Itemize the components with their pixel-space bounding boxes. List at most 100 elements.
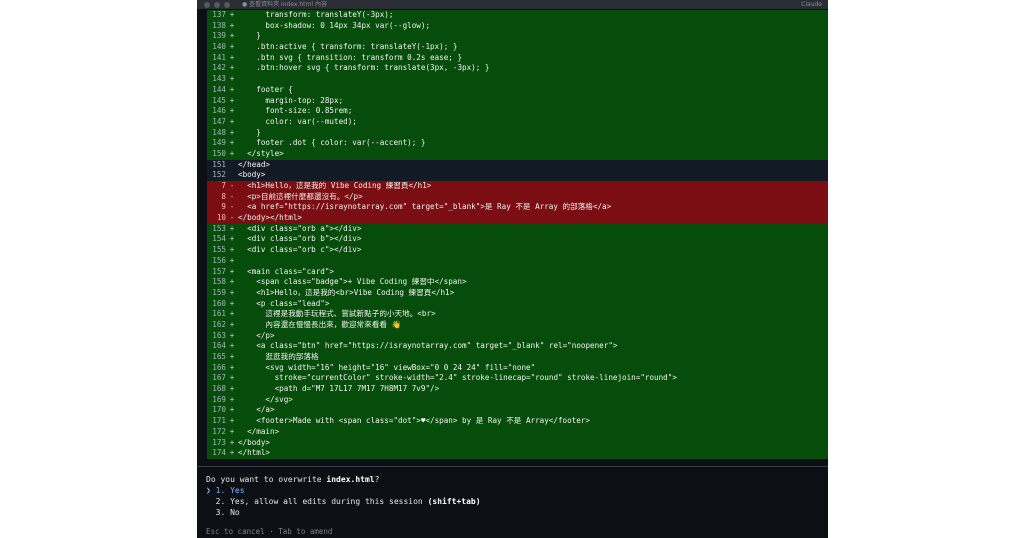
line-number: 161 — [212, 309, 226, 319]
line-number: 158 — [212, 277, 226, 287]
line-number: 152 — [212, 170, 226, 180]
diff-view: 137 + transform: translateY(-3px); 138 + bo… — [207, 10, 828, 459]
code-text: </html> — [238, 448, 271, 458]
diff-line-added: 168 + <path d="M7 17L17 7M17 7H8M17 7v9"/… — [207, 384, 828, 395]
code-text: <p class="lead"> — [238, 298, 330, 308]
close-window-button[interactable] — [204, 1, 210, 8]
diff-line-added: 143 + — [207, 74, 828, 85]
line-number: 163 — [212, 330, 226, 340]
code-text: <div class="orb a"></div> — [238, 223, 362, 233]
code-text: .btn svg { transition: transform 0.2s ea… — [238, 52, 463, 62]
diff-line-added: 160 + <p class="lead"> — [207, 298, 828, 310]
diff-marker: + — [229, 352, 235, 361]
diff-line-added: 164 + <a class="btn" href="https://israyn… — [207, 341, 828, 352]
line-number: 146 — [212, 106, 226, 116]
diff-line-added: 174 + </html> — [207, 448, 828, 459]
diff-line-added: 169 + </svg> — [207, 394, 828, 406]
code-text: <p>目前這裡什麼都還沒有。</p> — [238, 191, 363, 201]
line-number: 173 — [212, 437, 226, 447]
diff-line-added: 171 + <footer>Made with <span class="dot"… — [207, 416, 828, 427]
diff-marker: + — [229, 116, 235, 126]
code-text: box-shadow: 0 14px 34px var(--glow); — [238, 20, 431, 30]
line-number: 172 — [212, 426, 226, 436]
code-text: <div class="orb b"></div> — [238, 234, 362, 244]
title-bar: ● 查看資料夾 index.html 內容 Claude — [197, 0, 828, 9]
option-yes-allow-all[interactable]: 2. Yes, allow all edits during this sess… — [206, 496, 481, 507]
code-text: .btn:hover svg { transform: translate(3p… — [238, 63, 490, 73]
line-number: 164 — [212, 341, 226, 351]
line-number: 154 — [212, 234, 226, 244]
diff-marker: + — [229, 330, 235, 340]
terminal-window: ● 查看資料夾 index.html 內容 Claude 137 + transf… — [197, 0, 828, 538]
code-text: 內容還在慢慢長出來，歡迎常來看看 👋 — [238, 319, 401, 329]
line-number: 157 — [212, 266, 226, 276]
code-text: </p> — [238, 330, 275, 340]
diff-marker: + — [229, 31, 235, 41]
line-number: 10 — [216, 213, 226, 223]
diff-marker: + — [229, 84, 235, 94]
diff-marker: + — [229, 277, 235, 287]
code-text: footer { — [238, 84, 293, 94]
diff-line-added: 146 + font-size: 0.85rem; — [207, 106, 828, 117]
diff-marker — [226, 170, 238, 181]
code-text: <h1>Hello，這是我的<br>Vibe Coding 練習頁</h1> — [238, 287, 455, 297]
line-number: 140 — [212, 42, 226, 52]
line-number: 174 — [212, 448, 226, 458]
diff-marker: - — [229, 191, 235, 201]
diff-marker: + — [229, 287, 235, 297]
line-number: 168 — [212, 384, 226, 394]
diff-line-removed: 8- <p>目前這裡什麼都還沒有。</p> — [207, 191, 828, 203]
code-text: <a href="https://israynotarray.com" targ… — [238, 202, 612, 212]
code-text: } — [238, 127, 261, 137]
zoom-window-button[interactable] — [224, 1, 230, 8]
diff-marker: + — [229, 448, 235, 458]
code-text: color: var(--muted); — [238, 116, 357, 126]
line-number: 149 — [212, 138, 226, 148]
diff-marker: + — [229, 341, 235, 351]
diff-line-added: 141 + .btn svg { transition: transform 0.… — [207, 52, 828, 64]
code-text: <body> — [238, 170, 266, 180]
line-number: 165 — [212, 352, 226, 361]
diff-line-added: 157 + <main class="card"> — [207, 266, 828, 278]
code-text: footer .dot { color: var(--accent); } — [238, 138, 426, 148]
question-prefix: Do you want to overwrite — [206, 475, 327, 484]
line-number: 141 — [212, 52, 226, 62]
line-number: 150 — [212, 148, 226, 158]
diff-marker: - — [229, 181, 235, 190]
line-number: 170 — [212, 405, 226, 415]
line-number: 142 — [212, 63, 226, 73]
line-number: 159 — [212, 287, 226, 297]
diff-marker: + — [229, 106, 235, 116]
line-number: 139 — [212, 31, 226, 41]
overwrite-prompt: Do you want to overwrite index.html? ❯ 1… — [206, 474, 481, 518]
keyboard-hint: Esc to cancel · Tab to amend — [206, 527, 333, 536]
code-text: </a> — [238, 405, 275, 415]
diff-line-added: 156 + — [207, 255, 828, 267]
question-suffix: ? — [374, 475, 380, 484]
diff-line-added: 149 + footer .dot { color: var(--accent);… — [207, 138, 828, 149]
option-shortcut-hint: (shift+tab) — [427, 497, 481, 506]
diff-line-added: 166 + <svg width="16" height="16" viewBox… — [207, 362, 828, 374]
option-yes[interactable]: ❯ 1. Yes — [206, 485, 481, 496]
diff-marker: + — [229, 95, 235, 105]
option-label: Yes, allow all edits during this session — [230, 497, 428, 506]
line-number: 162 — [212, 319, 226, 329]
window-corner-label: Claude — [801, 1, 822, 8]
diff-marker: + — [229, 416, 235, 426]
code-text: <footer>Made with <span class="dot">♥</s… — [238, 416, 590, 426]
code-text: <path d="M7 17L17 7M17 7H8M17 7v9"/> — [238, 384, 440, 394]
code-text: } — [238, 31, 261, 41]
diff-line-added: 159 + <h1>Hello，這是我的<br>Vibe Coding 練習頁</… — [207, 287, 828, 299]
code-text: </style> — [238, 148, 284, 158]
code-text: <span class="badge">+ Vibe Coding 練習中</s… — [238, 277, 467, 287]
line-number: 169 — [212, 394, 226, 404]
minimize-window-button[interactable] — [214, 1, 220, 8]
line-number: 167 — [212, 373, 226, 383]
divider — [197, 466, 828, 467]
line-number: 137 — [212, 10, 226, 19]
option-no[interactable]: 3. No — [206, 507, 481, 518]
diff-line-removed: 10- </body></html> — [207, 213, 828, 224]
code-text: transform: translateY(-3px); — [238, 10, 394, 19]
option-marker: 2. — [206, 497, 226, 506]
window-title: ● 查看資料夾 index.html 內容 — [242, 1, 327, 8]
